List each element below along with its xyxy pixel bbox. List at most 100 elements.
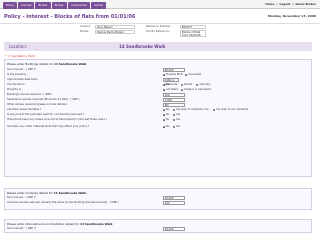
buildings-heading-text: Please enter Buildings details for (7, 62, 54, 66)
contents-panel: Please enter Contents details for 14 San… (4, 188, 312, 210)
alt-accommodation-panel: Please enter Alternative Accommodation d… (4, 219, 312, 233)
buildings-heading: Please enter Buildings details for 14 Sa… (7, 62, 87, 66)
broker-value: Dennis Demo Broker (95, 29, 135, 34)
property-type-label: Is the property : (7, 73, 28, 76)
date-built-select[interactable]: 1960 or later (163, 78, 179, 85)
losses-no-radio[interactable] (163, 118, 166, 122)
insured-label: Insured: (80, 25, 91, 28)
reference-label: Reference Number: (146, 25, 172, 28)
purpose-built-radio[interactable] (163, 73, 166, 77)
top-nav-bar: Policy Insured Broker Broker Underwriter… (0, 0, 320, 9)
alt-heading: Please enter Alternative Accommodation d… (7, 222, 113, 226)
alt-sum-label: Sum Insured : ( GBP )* (7, 227, 37, 230)
facts-yes-radio[interactable] (173, 125, 176, 128)
form-row: Have there been any losses incurred at t… (7, 118, 311, 124)
form-row: Building's excess required : ( GBP ) 100 (7, 93, 311, 97)
purpose-built-text: Purpose Built (166, 73, 183, 76)
contents-heading-text: Please enter Contents details for (7, 191, 53, 195)
facts-no-radio[interactable] (163, 125, 166, 129)
concrete-text: Concrete (166, 83, 178, 86)
location-bar: Location: 14 Sandbrooke Walk (4, 42, 312, 51)
tab-policy[interactable]: Policy (3, 2, 18, 9)
lessor-non-residents-text: Yes open to non residents (216, 108, 249, 111)
location-label: Location: (9, 44, 28, 49)
form-row: Sum Insured : ( GBP )* 16,000 (7, 227, 311, 231)
form-row: Are the floors : Concrete timber unknown (7, 83, 311, 87)
contents-sum-input[interactable]: 20,000 (163, 196, 185, 200)
lessor-no-text: No (166, 108, 170, 111)
alt-heading-place: 14 Sandbrooke Walk (80, 222, 113, 226)
concrete-radio[interactable] (163, 83, 166, 87)
mandatory-note: * = mandatory field (5, 54, 35, 58)
date-built-label: Approximate date built: (7, 78, 38, 81)
unknown-text: unknown (199, 83, 211, 86)
buildings-panel: Please enter Buildings details for 14 Sa… (4, 59, 312, 177)
location-value: 14 Sandbrooke Walk (119, 44, 166, 49)
facility-value: Blocks of flats from 01/01/06 (180, 29, 206, 37)
building-excess-input[interactable]: 100 (163, 93, 185, 97)
contents-heading: Please enter Contents details for 14 San… (7, 191, 87, 195)
converted-radio[interactable] (185, 73, 188, 76)
not-listed-radio[interactable] (163, 88, 166, 92)
title-banner: Policy - Interest - Blocks of flats from… (0, 10, 320, 24)
current-user: Demo Broker (295, 2, 316, 6)
reference-value: BOY077 (180, 24, 206, 29)
form-row: Sum Insured : ( GBP )* 80,000 (7, 68, 311, 72)
form-row: Are there any other material facts that … (7, 125, 311, 129)
commercial-no-text: No (166, 113, 170, 116)
other-excess-input[interactable]: NO (163, 103, 185, 107)
buildings-heading-colon: : (86, 62, 88, 66)
form-row: Property is : not listed Grade II or equ… (7, 88, 311, 92)
contents-excess-input[interactable]: 100 (163, 201, 185, 205)
tab-broker[interactable]: Broker (35, 2, 51, 9)
page-title: Policy - Interest - Blocks of flats from… (4, 14, 136, 20)
broker-label: Broker: (80, 30, 90, 33)
listing-label: Property is : (7, 88, 23, 91)
form-row: Sum Insured : ( GBP )* 20,000 (7, 196, 311, 200)
tab-underwriter[interactable]: Underwriter (67, 2, 91, 9)
lessor-no-radio[interactable] (163, 108, 166, 112)
tab-admin[interactable]: Admin (91, 2, 107, 9)
subsidence-excess-input[interactable]: 1,000 (163, 98, 185, 102)
tab-insured[interactable]: Insured (18, 2, 35, 9)
timber-text: timber (184, 83, 193, 86)
form-row: Are there lessor facilities ? No Yes ope… (7, 108, 311, 112)
commercial-use-label: Is any part of the premises used for com… (7, 113, 85, 116)
other-excess-label: Other excess required (please include de… (7, 103, 68, 106)
lessor-non-residents-radio[interactable] (213, 108, 216, 111)
contents-excess-label: Contents excess required (Usually the sa… (7, 201, 119, 204)
losses-yes-text: Yes (176, 118, 181, 121)
timber-radio[interactable] (181, 83, 184, 86)
floors-label: Are the floors : (7, 83, 27, 86)
tab-broker-2[interactable]: Broker (51, 2, 67, 9)
commercial-yes-radio[interactable] (173, 113, 176, 116)
buildings-heading-place: 14 Sandbrooke Walk (53, 62, 87, 66)
grade-ii-radio[interactable] (181, 88, 184, 91)
lessor-facilities-label: Are there lessor facilities ? (7, 108, 42, 111)
losses-yes-radio[interactable] (173, 118, 176, 121)
sum-insured-input[interactable]: 80,000 (163, 68, 185, 72)
home-link[interactable]: Home (265, 2, 274, 6)
contents-heading-place: 14 Sandbrooke Walk (53, 191, 87, 195)
contents-heading-colon: : (86, 191, 88, 195)
link-separator: | (276, 2, 278, 6)
losses-label: Have there been any losses incurred at t… (7, 118, 108, 121)
lessor-residents-radio[interactable] (173, 108, 176, 111)
facility-label: Facility Reference: (146, 30, 170, 33)
alt-sum-input[interactable]: 16,000 (163, 227, 185, 231)
facts-yes-text: Yes (176, 125, 181, 128)
commercial-no-radio[interactable] (163, 113, 166, 117)
main-tabs: Policy Insured Broker Broker Underwriter… (3, 2, 107, 9)
insured-value: Gory Nelson (95, 24, 135, 29)
sum-insured-label: Sum Insured : ( GBP )* (7, 68, 37, 71)
form-row: Other excess required (please include de… (7, 103, 311, 107)
form-row: Subsidence excess required (Minimum £1,0… (7, 98, 311, 102)
policy-info: Insured: Gory Nelson Broker: Dennis Demo… (80, 24, 280, 40)
facts-no-text: No (166, 125, 170, 128)
form-row: Contents excess required (Usually the sa… (7, 201, 311, 208)
losses-no-text: No (166, 118, 170, 121)
building-excess-label: Building's excess required : ( GBP ) (7, 93, 53, 96)
logout-link[interactable]: Logout (280, 2, 291, 6)
form-row: Is the property : Purpose Built Converte… (7, 73, 311, 77)
unknown-radio[interactable] (196, 83, 199, 86)
